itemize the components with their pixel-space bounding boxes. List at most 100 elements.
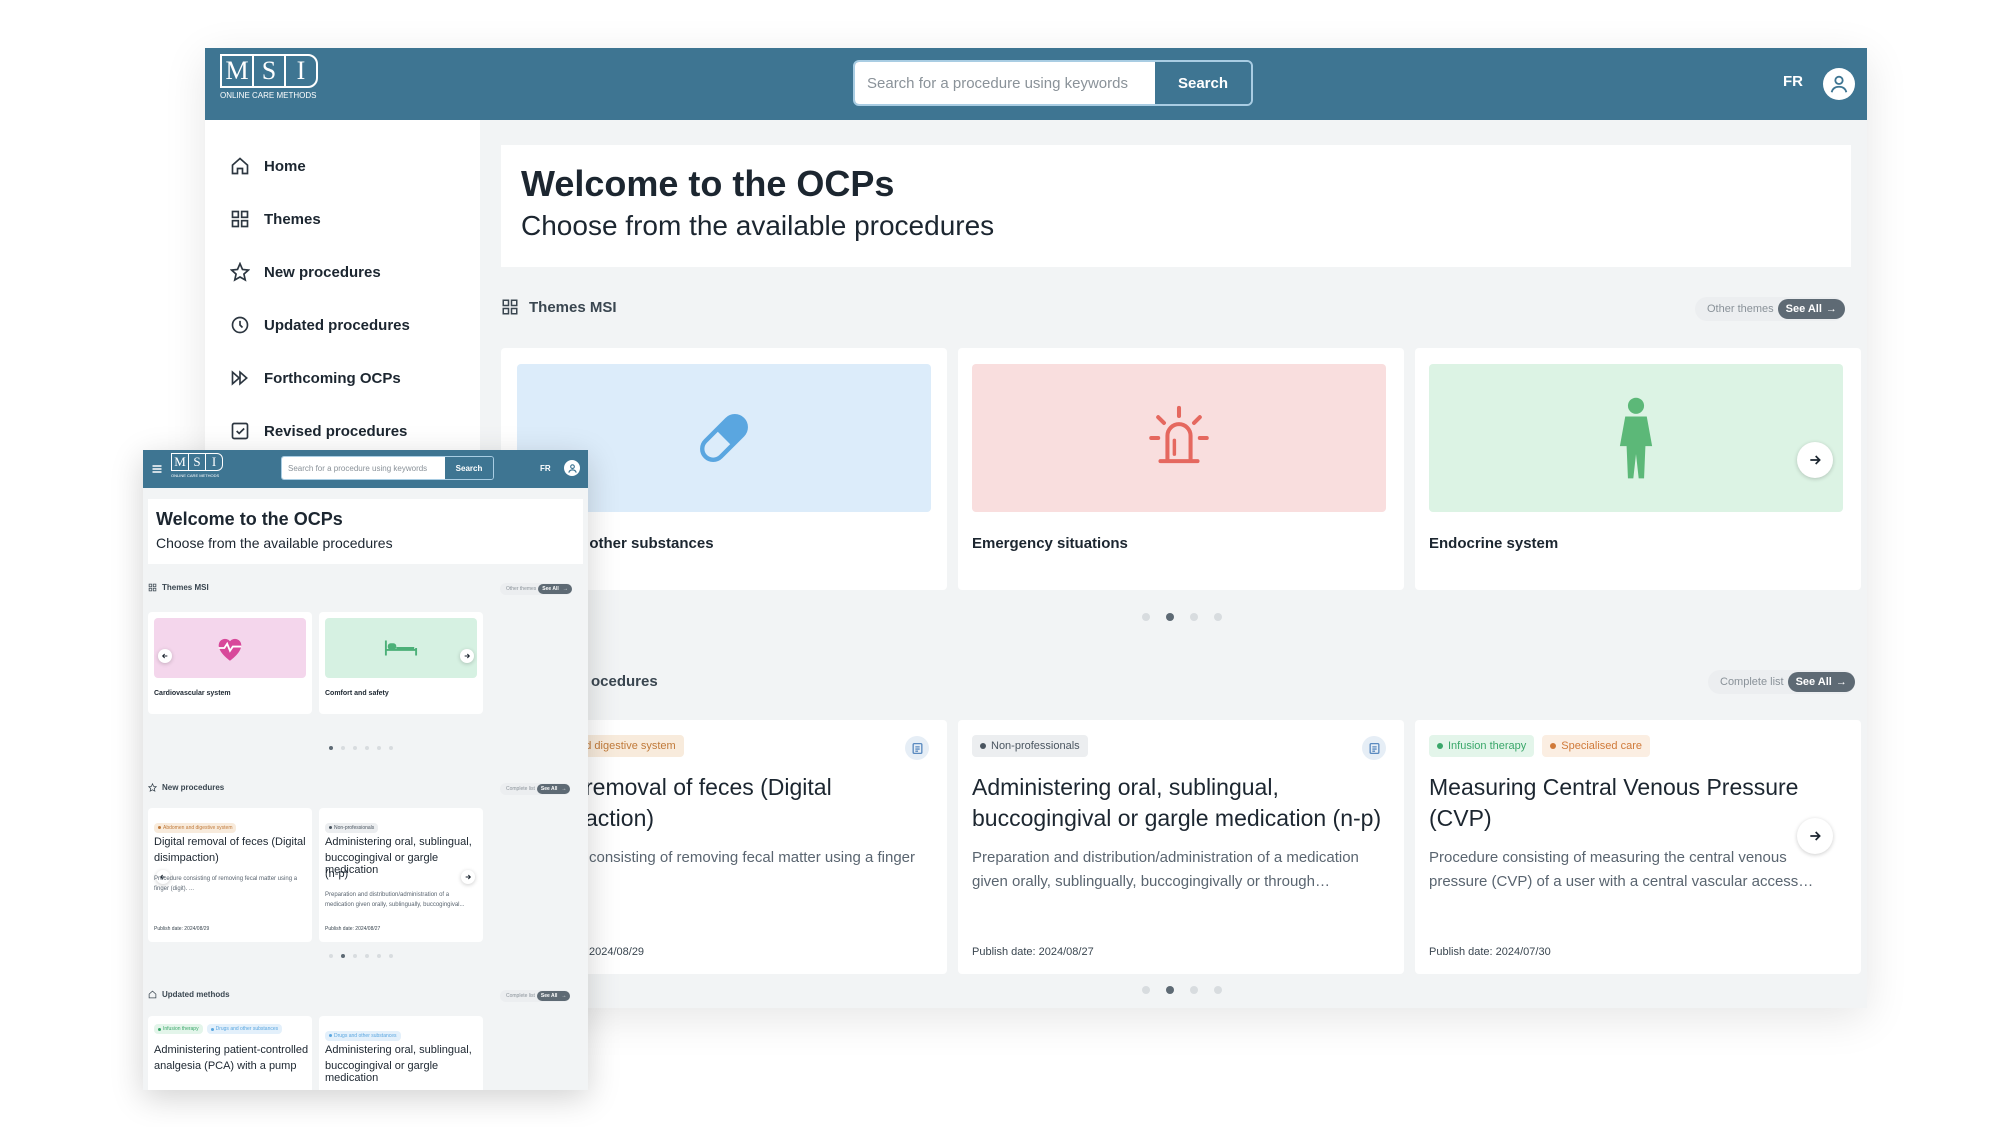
carousel-dot[interactable] bbox=[377, 746, 381, 750]
arrow-right-icon bbox=[465, 874, 472, 880]
carousel-dot[interactable] bbox=[1190, 986, 1198, 994]
other-themes-pill[interactable]: Other themes See All → bbox=[500, 583, 572, 595]
carousel-prev-button[interactable] bbox=[158, 649, 172, 663]
category-tag: Drugs and other substances bbox=[325, 1030, 401, 1041]
procedure-description: pressure (CVP) of a user with a central … bbox=[1429, 873, 1814, 890]
search-button[interactable]: Search bbox=[445, 457, 493, 479]
app-logo[interactable]: M S I ONLINE CARE METHODS bbox=[220, 54, 318, 100]
procedure-card[interactable]: Infusion therapy Drugs and other substan… bbox=[148, 1016, 312, 1090]
sidebar-item-revised-procedures[interactable]: Revised procedures bbox=[230, 421, 407, 441]
hamburger-icon[interactable] bbox=[151, 462, 163, 474]
procedure-tags: Infusion therapy Drugs and other substan… bbox=[154, 1024, 283, 1034]
procedure-card[interactable]: Non-professionals Administering oral, su… bbox=[319, 808, 483, 942]
complete-list-pill[interactable]: Complete list See All → bbox=[1708, 670, 1855, 694]
carousel-dot[interactable] bbox=[1214, 613, 1222, 621]
home-icon bbox=[148, 990, 157, 999]
sidebar-item-updated-procedures[interactable]: Updated procedures bbox=[230, 315, 410, 335]
logo-letter-i: I bbox=[205, 453, 223, 471]
theme-card[interactable]: Comfort and safety bbox=[319, 612, 483, 714]
theme-card[interactable]: Endocrine system bbox=[1415, 348, 1861, 590]
procedure-description: Procedure consisting of measuring the ce… bbox=[1429, 849, 1787, 866]
procedure-card[interactable]: Non-professionals Administering oral, su… bbox=[958, 720, 1404, 974]
arrow-right-icon: → bbox=[562, 586, 568, 592]
pill-icon bbox=[700, 414, 748, 462]
search-button[interactable]: Search bbox=[1155, 62, 1251, 104]
carousel-dot[interactable] bbox=[389, 954, 393, 958]
new-procedures-header: New procedures bbox=[148, 783, 224, 792]
other-themes-pill[interactable]: Other themes See All → bbox=[1695, 297, 1845, 321]
document-icon[interactable] bbox=[1362, 736, 1386, 760]
publish-date: Publish date: 2024/08/27 bbox=[972, 946, 1094, 958]
theme-card-title: l other substances bbox=[581, 535, 714, 552]
document-icon[interactable] bbox=[905, 736, 929, 760]
carousel-dot[interactable] bbox=[1142, 986, 1150, 994]
tag-dot bbox=[158, 826, 161, 829]
see-all-label: See All bbox=[542, 586, 559, 592]
carousel-next-button[interactable] bbox=[1797, 442, 1833, 478]
procedure-card[interactable]: Abdomen and digestive system Digital rem… bbox=[148, 808, 312, 942]
procedure-tags: Drugs and other substances bbox=[325, 1024, 401, 1042]
theme-card[interactable]: Emergency situations bbox=[958, 348, 1404, 590]
welcome-panel: Welcome to the OCPs Choose from the avai… bbox=[148, 499, 583, 564]
carousel-dot[interactable] bbox=[1142, 613, 1150, 621]
see-all-button[interactable]: See All → bbox=[536, 784, 571, 794]
tag-label: Drugs and other substances bbox=[215, 1026, 279, 1032]
carousel-dot[interactable] bbox=[353, 954, 357, 958]
theme-card-image bbox=[972, 364, 1386, 512]
carousel-dot[interactable] bbox=[1214, 986, 1222, 994]
page-title: Welcome to the OCPs bbox=[156, 509, 343, 529]
carousel-dot[interactable] bbox=[329, 954, 333, 958]
mobile-top-bar: M S I ONLINE CARE METHODS Search FR bbox=[143, 450, 588, 488]
see-all-button[interactable]: See All → bbox=[536, 991, 571, 1001]
tag-label: Abdomen and digestive system bbox=[163, 824, 233, 831]
sidebar-item-themes[interactable]: Themes bbox=[230, 209, 321, 229]
carousel-dot[interactable] bbox=[389, 746, 393, 750]
carousel-dot[interactable] bbox=[329, 746, 333, 750]
page-subtitle: Choose from the available procedures bbox=[521, 210, 995, 241]
carousel-next-button[interactable] bbox=[1797, 818, 1833, 854]
procedure-tags: Non-professionals bbox=[325, 816, 379, 834]
complete-list-pill[interactable]: Complete list See All → bbox=[500, 783, 571, 795]
carousel-dot[interactable] bbox=[341, 954, 345, 958]
tag-label: Infusion therapy bbox=[1448, 740, 1527, 752]
themes-section-header: Themes MSI bbox=[148, 583, 209, 592]
see-all-button[interactable]: See All → bbox=[1787, 672, 1855, 692]
section-title: Updated methods bbox=[162, 990, 230, 999]
tag-label: Non-professionals bbox=[334, 824, 375, 831]
complete-list-pill[interactable]: Complete list See All → bbox=[500, 990, 571, 1002]
carousel-next-button[interactable] bbox=[461, 870, 475, 884]
user-avatar[interactable] bbox=[564, 460, 580, 476]
see-all-button[interactable]: See All → bbox=[538, 584, 572, 594]
carousel-dot[interactable] bbox=[365, 746, 369, 750]
carousel-dot[interactable] bbox=[1166, 986, 1174, 994]
complete-list-label: Complete list bbox=[1720, 676, 1784, 688]
sidebar-item-home[interactable]: Home bbox=[230, 156, 306, 176]
see-all-label: See All bbox=[540, 993, 558, 999]
carousel-dot[interactable] bbox=[1166, 613, 1174, 621]
publish-date: Publish date: 2024/07/30 bbox=[1429, 946, 1551, 958]
carousel-dot[interactable] bbox=[353, 746, 357, 750]
language-toggle[interactable]: FR bbox=[1783, 73, 1803, 90]
new-procedures-header: ocedures bbox=[591, 673, 658, 690]
carousel-dot[interactable] bbox=[365, 954, 369, 958]
carousel-dot[interactable] bbox=[341, 746, 345, 750]
carousel-dot[interactable] bbox=[1190, 613, 1198, 621]
see-all-button[interactable]: See All → bbox=[1777, 299, 1845, 319]
updated-methods-header: Updated methods bbox=[148, 990, 230, 999]
app-logo[interactable]: M S I ONLINE CARE METHODS bbox=[171, 453, 223, 478]
sidebar-item-forthcoming-ocps[interactable]: Forthcoming OCPs bbox=[230, 368, 401, 388]
procedure-card[interactable]: Infusion therapy Specialised care Measur… bbox=[1415, 720, 1861, 974]
theme-card-title: Endocrine system bbox=[1429, 535, 1559, 552]
theme-card-image bbox=[325, 618, 477, 678]
theme-card[interactable]: Cardiovascular system bbox=[148, 612, 312, 714]
search-input[interactable] bbox=[282, 457, 445, 479]
language-toggle[interactable]: FR bbox=[540, 464, 551, 473]
carousel-dot[interactable] bbox=[377, 954, 381, 958]
procedure-description: consisting of removing fecal matter usin… bbox=[589, 849, 915, 866]
procedures-carousel-dots bbox=[329, 954, 393, 958]
user-avatar[interactable] bbox=[1823, 68, 1855, 100]
search-input[interactable] bbox=[855, 62, 1155, 104]
carousel-next-button[interactable] bbox=[460, 649, 474, 663]
procedure-card[interactable]: Drugs and other substances Administering… bbox=[319, 1016, 483, 1090]
sidebar-item-new-procedures[interactable]: New procedures bbox=[230, 262, 381, 282]
